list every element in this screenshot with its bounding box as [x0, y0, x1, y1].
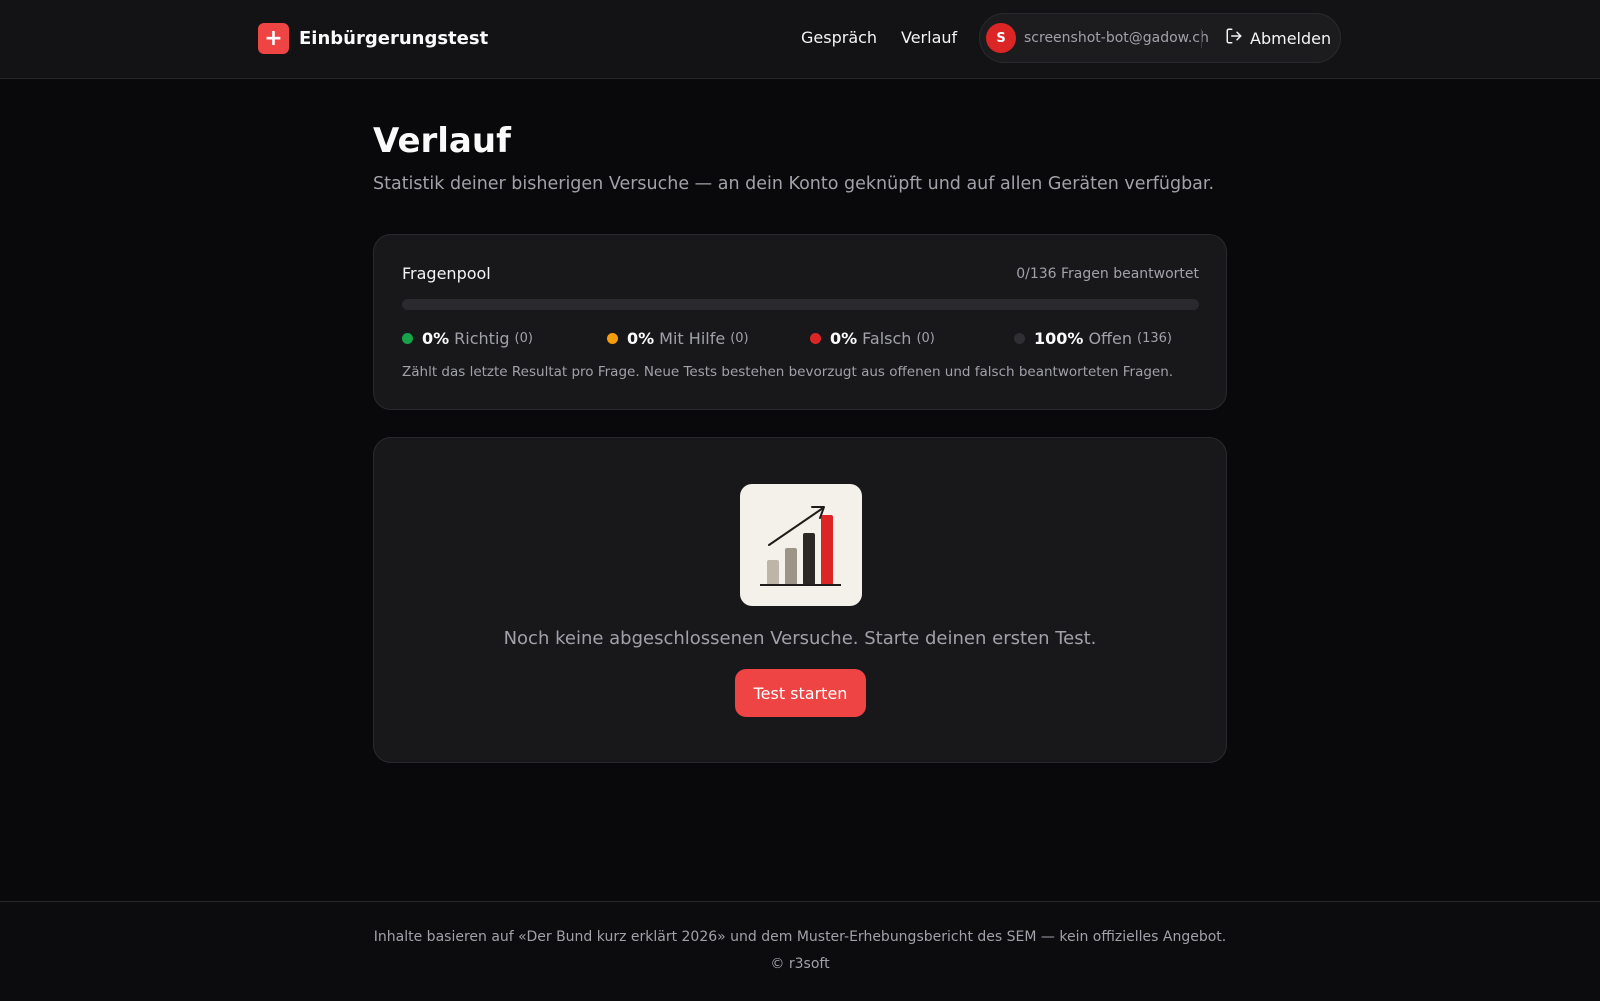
brand[interactable]: + Einbürgerungstest	[258, 23, 488, 54]
logout-label: Abmelden	[1250, 28, 1332, 48]
legend-label: Falsch	[862, 329, 912, 348]
user-menu: S screenshot-bot@gadow.ch Abmelden	[979, 13, 1341, 63]
nav-link-gespraech[interactable]: Gespräch	[801, 28, 877, 47]
nav-link-verlauf[interactable]: Verlauf	[901, 28, 957, 47]
empty-state-message: Noch keine abgeschlossenen Versuche. Sta…	[503, 628, 1097, 649]
legend-with-help: 0% Mit Hilfe (0)	[607, 329, 749, 348]
legend-count: (0)	[514, 331, 533, 346]
page-subtitle: Statistik deiner bisherigen Versuche — a…	[373, 174, 1215, 194]
status-dot-icon	[810, 333, 821, 344]
legend-wrong: 0% Falsch (0)	[810, 329, 935, 348]
status-dot-icon	[607, 333, 618, 344]
legend-correct: 0% Richtig (0)	[402, 329, 533, 348]
pool-answered-count: 0/136 Fragen beantwortet	[1016, 266, 1199, 282]
page-title: Verlauf	[373, 121, 511, 161]
question-pool-card: Fragenpool 0/136 Fragen beantwortet 0% R…	[373, 234, 1227, 410]
pool-title: Fragenpool	[402, 264, 491, 283]
legend-count: (0)	[730, 331, 749, 346]
footer: Inhalte basieren auf «Der Bund kurz erkl…	[0, 901, 1600, 1001]
legend-label: Richtig	[454, 329, 510, 348]
attempts-empty-state: Noch keine abgeschlossenen Versuche. Sta…	[373, 437, 1227, 763]
legend-percent: 0%	[830, 329, 858, 348]
legend-count: (136)	[1137, 331, 1173, 346]
logout-button[interactable]: Abmelden	[1225, 27, 1331, 49]
legend-percent: 0%	[627, 329, 655, 348]
legend-percent: 100%	[1034, 329, 1084, 348]
pool-progress-bar	[402, 299, 1199, 310]
start-test-button[interactable]: Test starten	[735, 669, 866, 717]
legend-count: (0)	[916, 331, 935, 346]
legend-open: 100% Offen (136)	[1014, 329, 1172, 348]
legend-label: Mit Hilfe	[659, 329, 726, 348]
avatar: S	[986, 23, 1016, 53]
user-email: screenshot-bot@gadow.ch	[1024, 30, 1209, 46]
footer-note: Inhalte basieren auf «Der Bund kurz erkl…	[373, 929, 1227, 945]
logout-icon	[1225, 27, 1243, 49]
legend-percent: 0%	[422, 329, 450, 348]
pool-note: Zählt das letzte Resultat pro Frage. Neu…	[402, 364, 1174, 380]
legend-label: Offen	[1088, 329, 1133, 348]
divider	[1201, 29, 1202, 48]
footer-copyright: © r3soft	[770, 956, 830, 972]
swiss-cross-icon: +	[258, 23, 289, 54]
status-dot-icon	[402, 333, 413, 344]
brand-name: Einbürgerungstest	[299, 28, 489, 49]
chart-growth-icon	[740, 484, 862, 606]
top-bar: + Einbürgerungstest Gespräch Verlauf S s…	[0, 0, 1600, 79]
status-dot-icon	[1014, 333, 1025, 344]
